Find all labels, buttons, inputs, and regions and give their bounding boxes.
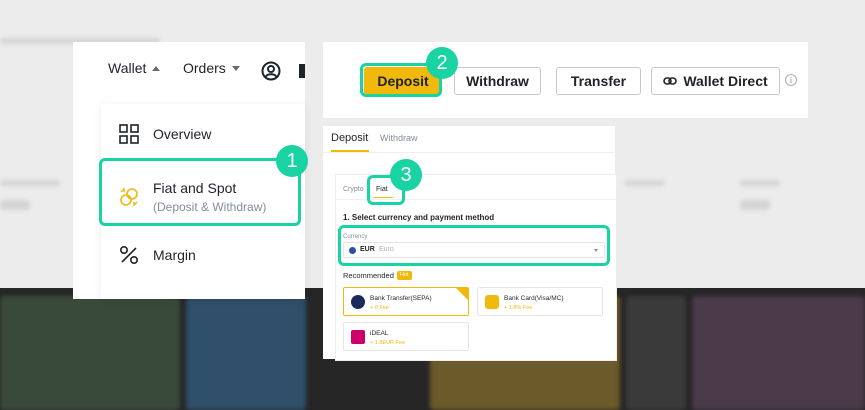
background-card [0, 296, 180, 410]
percent-icon [119, 245, 139, 265]
payment-method-fee: + 0 Fee [370, 305, 389, 311]
menu-item-margin[interactable]: Margin [101, 241, 305, 269]
background-line [0, 180, 60, 186]
menu-item-label: Overview [153, 126, 212, 142]
info-icon[interactable]: i [785, 74, 797, 86]
recommended-label: Recommended [343, 271, 394, 280]
tab-withdraw[interactable]: Withdraw [380, 133, 418, 143]
tab-deposit[interactable]: Deposit [331, 132, 368, 144]
nav-wallet-label: Wallet [108, 60, 147, 76]
link-icon [663, 73, 678, 89]
grid-icon [119, 124, 139, 144]
background-card [692, 296, 865, 410]
payment-method-name: iDEAL [370, 330, 389, 337]
payment-method-fee: + 1.8% Fee [504, 305, 533, 311]
payment-method-bank-card[interactable]: Bank Card(Visa/MC) + 1.8% Fee [477, 287, 603, 316]
background-card [626, 296, 686, 410]
nav-orders[interactable]: Orders [183, 60, 240, 76]
user-circle-icon[interactable] [261, 61, 281, 81]
tab-divider [323, 152, 615, 153]
callout-badge-3: 3 [390, 159, 422, 191]
download-icon-partial [299, 64, 305, 78]
ideal-icon [351, 330, 365, 344]
payment-method-fee: + 1.8EUR Fee [370, 340, 406, 346]
callout-badge-2: 2 [426, 47, 458, 79]
payment-method-sepa[interactable]: Bank Transfer(SEPA) + 0 Fee [343, 287, 469, 316]
withdraw-button[interactable]: Withdraw [454, 67, 541, 95]
wallet-direct-label: Wallet Direct [683, 73, 768, 89]
background-line [740, 200, 770, 210]
background-title-blur [0, 0, 600, 26]
highlight-currency-select [338, 225, 610, 266]
caret-down-icon [231, 65, 240, 71]
bank-transfer-icon [351, 295, 365, 309]
background-line [740, 180, 780, 186]
hot-badge: Hot [397, 271, 412, 280]
nav-wallet[interactable]: Wallet [108, 60, 161, 76]
nav-orders-label: Orders [183, 60, 226, 76]
caret-up-icon [152, 65, 161, 71]
payment-method-name: Bank Transfer(SEPA) [370, 295, 432, 302]
callout-badge-1: 1 [276, 145, 308, 177]
background-line [625, 180, 665, 186]
menu-item-overview[interactable]: Overview [101, 120, 305, 148]
bank-card-icon [485, 295, 499, 309]
highlight-fiat-and-spot [99, 158, 301, 226]
payment-method-ideal[interactable]: iDEAL + 1.8EUR Fee [343, 322, 469, 351]
subtab-crypto[interactable]: Crypto [343, 186, 364, 193]
step-title: 1. Select currency and payment method [343, 213, 495, 222]
menu-item-label: Margin [153, 247, 196, 263]
background-line [0, 200, 30, 210]
payment-method-name: Bank Card(Visa/MC) [504, 295, 564, 302]
wallet-direct-button[interactable]: Wallet Direct [651, 67, 780, 95]
selected-corner-icon [456, 288, 468, 300]
transfer-button[interactable]: Transfer [556, 67, 641, 95]
background-card [186, 296, 306, 410]
